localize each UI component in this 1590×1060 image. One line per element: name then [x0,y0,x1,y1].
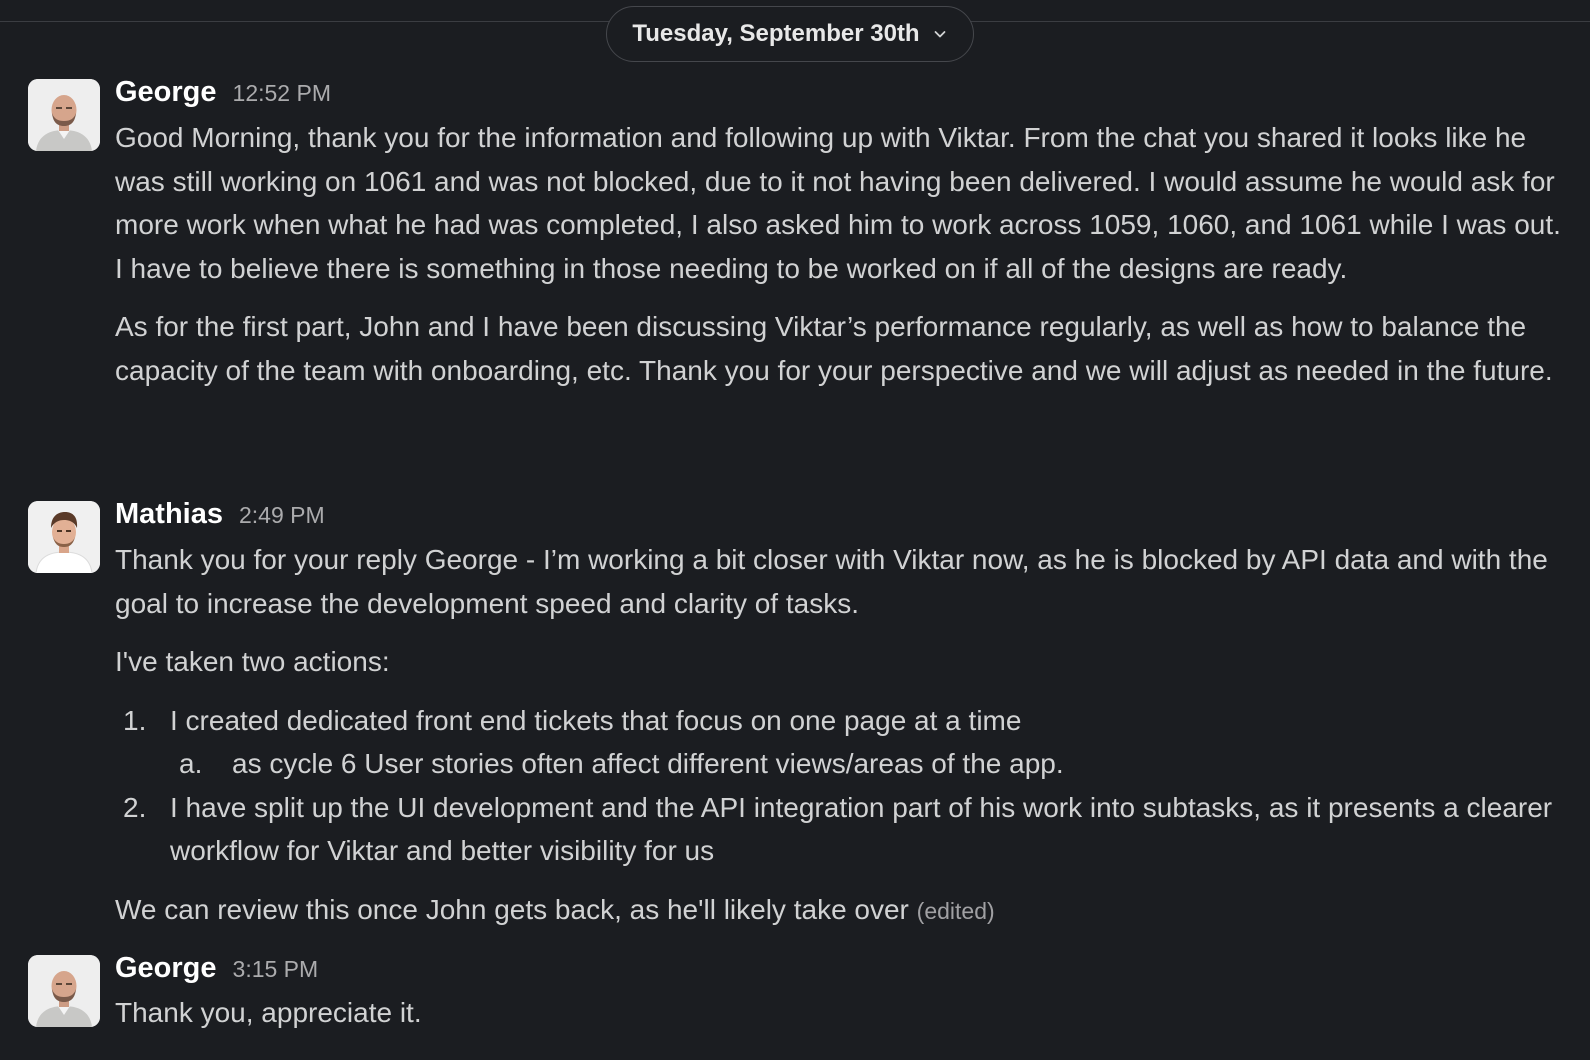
sub-list-item-text: as cycle 6 User stories often affect dif… [232,748,1064,779]
list-item: 2. I have split up the UI development an… [115,786,1565,873]
message-paragraph: Thank you, appreciate it. [115,997,422,1028]
message-timestamp[interactable]: 2:49 PM [239,502,325,529]
closing-text: We can review this once John gets back, … [115,893,909,925]
message-paragraph: We can review this once John gets back, … [115,888,1565,934]
author-name[interactable]: George [115,952,217,985]
message-pane: Tuesday, September 30th George 12:52 PM … [0,0,1590,1060]
message-timestamp[interactable]: 3:15 PM [233,956,319,983]
message-paragraph: As for the first part, John and I have b… [115,311,1553,386]
message-body: Good Morning, thank you for the informat… [115,116,1565,392]
avatar[interactable] [28,79,100,151]
avatar[interactable] [28,955,100,1027]
list-number: 1. [123,704,147,736]
edited-label: (edited) [916,897,995,924]
message-paragraph: I've taken two actions: [115,646,390,677]
date-label: Tuesday, September 30th [632,20,920,47]
author-name[interactable]: Mathias [115,498,223,531]
message-body: Thank you for your reply George - I’m wo… [115,538,1565,933]
message-timestamp[interactable]: 12:52 PM [233,80,331,107]
list-item: 1. I created dedicated front end tickets… [115,699,1565,743]
sub-list-item: a. as cycle 6 User stories often affect … [115,742,1565,786]
avatar[interactable] [28,501,100,573]
date-jump-button[interactable]: Tuesday, September 30th [606,6,974,62]
message-paragraph: Good Morning, thank you for the informat… [115,122,1561,284]
ordered-list: 1. I created dedicated front end tickets… [115,699,1565,873]
list-item-text: I have split up the UI development and t… [170,791,1553,867]
list-number: 2. [123,791,147,823]
message-body: Thank you, appreciate it. [115,991,1565,1035]
list-item-text: I created dedicated front end tickets th… [170,704,1022,736]
author-name[interactable]: George [115,76,217,109]
sub-list-letter: a. [179,748,203,779]
chevron-down-icon [934,31,945,38]
message-paragraph: Thank you for your reply George - I’m wo… [115,544,1548,619]
